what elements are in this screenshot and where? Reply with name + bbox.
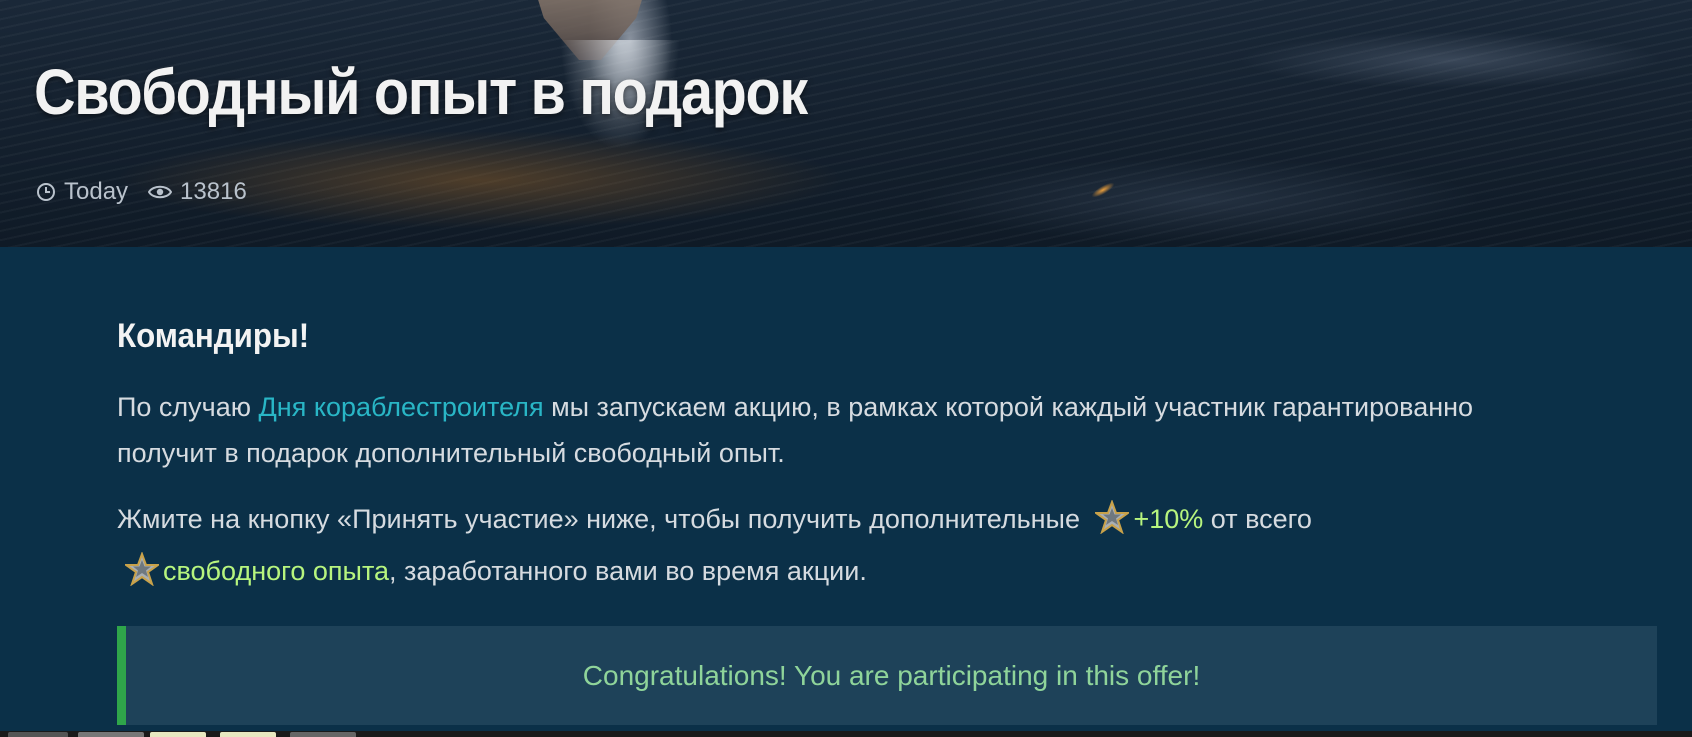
taskbar-item[interactable] xyxy=(8,732,68,737)
participation-notice: Congratulations! You are participating i… xyxy=(117,626,1657,725)
taskbar-item[interactable] xyxy=(78,732,144,737)
participation-message: Congratulations! You are participating i… xyxy=(582,659,1201,691)
bonus-percent: +10% xyxy=(1133,504,1204,534)
spark-highlight xyxy=(1089,180,1117,200)
article-meta: Today 13816 xyxy=(36,178,259,206)
offer-text-middle: от всего xyxy=(1203,504,1312,534)
page-title: Свободный опыт в подарок xyxy=(34,56,808,128)
views-meta: 13816 xyxy=(148,178,247,206)
free-xp-highlight: свободного опыта xyxy=(163,556,390,586)
shipbuilder-day-link[interactable]: Дня кораблестроителя xyxy=(259,392,544,422)
offer-text-end: , заработанного вами во время акции. xyxy=(389,556,867,586)
views-count: 13816 xyxy=(180,178,247,205)
eye-icon xyxy=(148,182,173,202)
clock-icon xyxy=(36,182,56,202)
taskbar-item[interactable] xyxy=(290,732,356,737)
intro-text-start: По случаю xyxy=(117,392,259,422)
taskbar-item[interactable] xyxy=(220,732,276,737)
date-label: Today xyxy=(64,178,129,205)
free-xp-star-icon xyxy=(1093,499,1132,548)
taskbar-item[interactable] xyxy=(150,732,206,737)
free-xp-star-icon xyxy=(122,551,162,600)
article-heading: Командиры! xyxy=(117,317,310,355)
hero-banner: Свободный опыт в подарок Today 13816 xyxy=(0,0,1692,247)
offer-paragraph: Жмите на кнопку «Принять участие» ниже, … xyxy=(117,496,1577,600)
date-meta: Today xyxy=(36,178,128,206)
taskbar-strip xyxy=(0,731,1692,737)
offer-text-start: Жмите на кнопку «Принять участие» ниже, … xyxy=(117,504,1088,534)
intro-paragraph: По случаю Дня кораблестроителя мы запуск… xyxy=(117,384,1577,476)
